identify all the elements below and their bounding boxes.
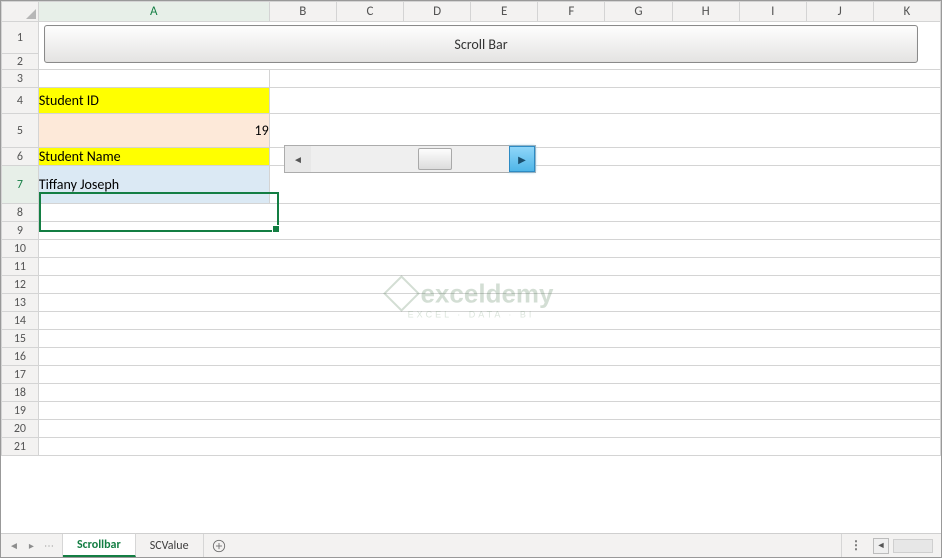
- col-header-E[interactable]: E: [471, 2, 538, 22]
- cell-A7[interactable]: Tiffany Joseph: [38, 166, 269, 204]
- cell-A6[interactable]: Student Name: [38, 148, 269, 166]
- row-header-3[interactable]: 3: [2, 70, 39, 88]
- scrollbar-thumb[interactable]: [418, 148, 452, 170]
- select-all-corner[interactable]: [2, 2, 39, 22]
- row-header-19[interactable]: 19: [2, 402, 39, 420]
- plus-circle-icon: [212, 539, 226, 553]
- row-header-14[interactable]: 14: [2, 312, 39, 330]
- tab-nav-buttons[interactable]: ◄ ▸ ⋯: [1, 534, 63, 557]
- col-header-J[interactable]: J: [806, 2, 873, 22]
- row-header-9[interactable]: 9: [2, 222, 39, 240]
- row-header-1[interactable]: 1: [2, 22, 39, 54]
- hscroll-left-button[interactable]: ◄: [873, 538, 889, 554]
- chevron-left-icon: ◄: [293, 153, 303, 166]
- row-header-5[interactable]: 5: [2, 114, 39, 148]
- cell-A5[interactable]: 19: [38, 114, 269, 148]
- row-header-12[interactable]: 12: [2, 276, 39, 294]
- worksheet-grid[interactable]: A B C D E F G H I J K 1 2 3 4 Student ID: [1, 1, 941, 533]
- add-sheet-button[interactable]: [204, 534, 234, 557]
- tab-nav-first-icon[interactable]: ◄: [9, 539, 19, 552]
- col-header-K[interactable]: K: [873, 2, 940, 22]
- merged-title-box: Scroll Bar: [44, 25, 918, 63]
- col-header-C[interactable]: C: [336, 2, 403, 22]
- scrollbar-track[interactable]: [311, 146, 509, 172]
- tab-label: SCValue: [150, 539, 189, 553]
- row-header-4[interactable]: 4: [2, 88, 39, 114]
- row-header-11[interactable]: 11: [2, 258, 39, 276]
- tab-label: Scrollbar: [77, 538, 121, 552]
- horizontal-scroll-area[interactable]: ⋮ ◄: [841, 534, 941, 557]
- cell[interactable]: [38, 70, 269, 88]
- col-header-F[interactable]: F: [538, 2, 605, 22]
- tab-nav-prev-icon[interactable]: ▸: [29, 539, 34, 552]
- row-header-17[interactable]: 17: [2, 366, 39, 384]
- sheet-tab-bar: ◄ ▸ ⋯ Scrollbar SCValue ⋮ ◄: [1, 533, 941, 557]
- tab-scvalue[interactable]: SCValue: [136, 534, 204, 557]
- row-header-6[interactable]: 6: [2, 148, 39, 166]
- col-header-G[interactable]: G: [605, 2, 672, 22]
- row-header-8[interactable]: 8: [2, 204, 39, 222]
- col-header-I[interactable]: I: [739, 2, 806, 22]
- row-header-2[interactable]: 2: [2, 54, 39, 70]
- row-header-21[interactable]: 21: [2, 438, 39, 456]
- row-header-13[interactable]: 13: [2, 294, 39, 312]
- form-scrollbar-control[interactable]: ◄ ▶: [284, 145, 536, 173]
- col-header-D[interactable]: D: [403, 2, 470, 22]
- row-header-7[interactable]: 7: [2, 166, 39, 204]
- tab-nav-more-icon[interactable]: ⋯: [44, 539, 54, 552]
- scrollbar-left-arrow[interactable]: ◄: [285, 146, 311, 172]
- col-header-B[interactable]: B: [269, 2, 336, 22]
- row-header-15[interactable]: 15: [2, 330, 39, 348]
- hscroll-track[interactable]: [893, 539, 933, 553]
- row-header-16[interactable]: 16: [2, 348, 39, 366]
- col-header-A[interactable]: A: [38, 2, 269, 22]
- chevron-right-icon: ▶: [518, 153, 526, 166]
- col-header-H[interactable]: H: [672, 2, 739, 22]
- scrollbar-right-arrow[interactable]: ▶: [509, 146, 535, 172]
- cell-A4[interactable]: Student ID: [38, 88, 269, 114]
- tab-scrollbar[interactable]: Scrollbar: [63, 533, 136, 557]
- row-header-18[interactable]: 18: [2, 384, 39, 402]
- row-header-10[interactable]: 10: [2, 240, 39, 258]
- tab-bar-options-icon[interactable]: ⋮: [850, 538, 869, 553]
- row-header-20[interactable]: 20: [2, 420, 39, 438]
- banner-title: Scroll Bar: [454, 36, 507, 53]
